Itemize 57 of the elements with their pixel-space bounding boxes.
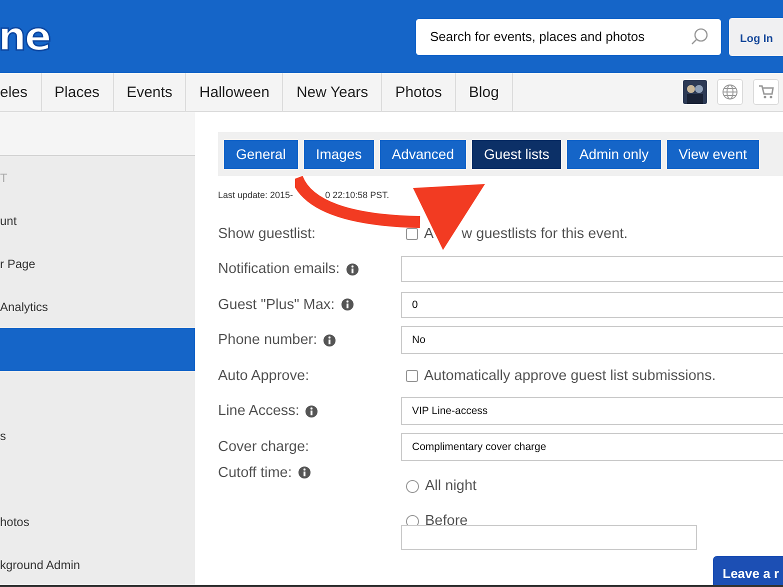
feedback-button[interactable]: Leave a r (712, 556, 783, 585)
login-button[interactable]: Log In (729, 18, 783, 56)
tab[interactable]: Advanced (380, 140, 466, 168)
logo[interactable]: ne (0, 14, 50, 60)
nav-link[interactable]: New Years (283, 73, 382, 111)
last-update-text: 0 22:10:58 PST. (325, 190, 390, 200)
search-field[interactable]: Search for events, places and photos (416, 18, 721, 54)
checkbox-label: A (424, 226, 434, 242)
sidebar-item[interactable]: kground Admin (0, 543, 195, 585)
tab[interactable]: Images (304, 140, 374, 168)
info-icon[interactable] (298, 466, 311, 479)
tab[interactable]: General (224, 140, 298, 168)
nav-link[interactable]: Blog (456, 73, 513, 111)
globe-icon[interactable] (717, 79, 743, 105)
sidebar-item[interactable]: r Page (0, 242, 195, 285)
info-icon[interactable] (323, 334, 336, 347)
tab[interactable]: Admin only (567, 140, 661, 168)
sidebar-item[interactable]: unt (0, 199, 195, 242)
nav-link[interactable]: Photos (382, 73, 456, 111)
tab[interactable]: View event (666, 140, 759, 168)
radio-label: Before (425, 513, 468, 529)
info-icon[interactable] (346, 262, 359, 276)
field-label: Guest "Plus" Max: (218, 296, 335, 313)
select-field[interactable]: VIP Line-access (401, 397, 783, 426)
field-label: Show guestlist: (218, 226, 316, 242)
field-label: Line Access: (218, 403, 300, 420)
search-icon[interactable] (689, 26, 709, 46)
select-field[interactable]: Complimentary cover charge (401, 432, 783, 461)
sidebar-item[interactable]: Analytics (0, 285, 195, 328)
text-field[interactable] (401, 256, 783, 282)
sidebar-item[interactable]: hotos (0, 500, 195, 543)
tab[interactable]: Guest lists (472, 140, 562, 168)
time-field[interactable] (401, 524, 697, 550)
cart-icon[interactable] (753, 79, 779, 105)
field-label: Notification emails: (218, 261, 340, 278)
avatar-icon[interactable] (683, 80, 707, 104)
checkbox[interactable] (406, 370, 418, 382)
last-update-text: Last update: 2015- (218, 190, 294, 200)
nav-link[interactable]: Events (114, 73, 186, 111)
checkbox-label: Automatically approve guest list submissions. (424, 368, 716, 384)
checkbox[interactable] (406, 228, 418, 240)
nav-link[interactable]: Halloween (186, 73, 284, 111)
field-label: Cover charge: (218, 438, 310, 455)
field-label: Auto Approve: (218, 368, 310, 384)
text-field[interactable]: 0 (401, 292, 783, 318)
field-label: Cutoff time: (218, 464, 292, 480)
radio-button[interactable] (406, 480, 419, 492)
nav-link[interactable]: Places (42, 73, 114, 111)
field-label: Phone number: (218, 332, 318, 348)
radio-label: All night (425, 478, 477, 494)
select-field[interactable]: No (401, 326, 783, 354)
sidebar-heading: T (0, 170, 8, 186)
nav-link[interactable]: eles (0, 73, 42, 111)
info-icon[interactable] (305, 404, 318, 418)
checkbox-label: w guestlists for this event. (462, 226, 628, 242)
sidebar-item[interactable]: s (0, 414, 195, 457)
info-icon[interactable] (340, 298, 354, 312)
